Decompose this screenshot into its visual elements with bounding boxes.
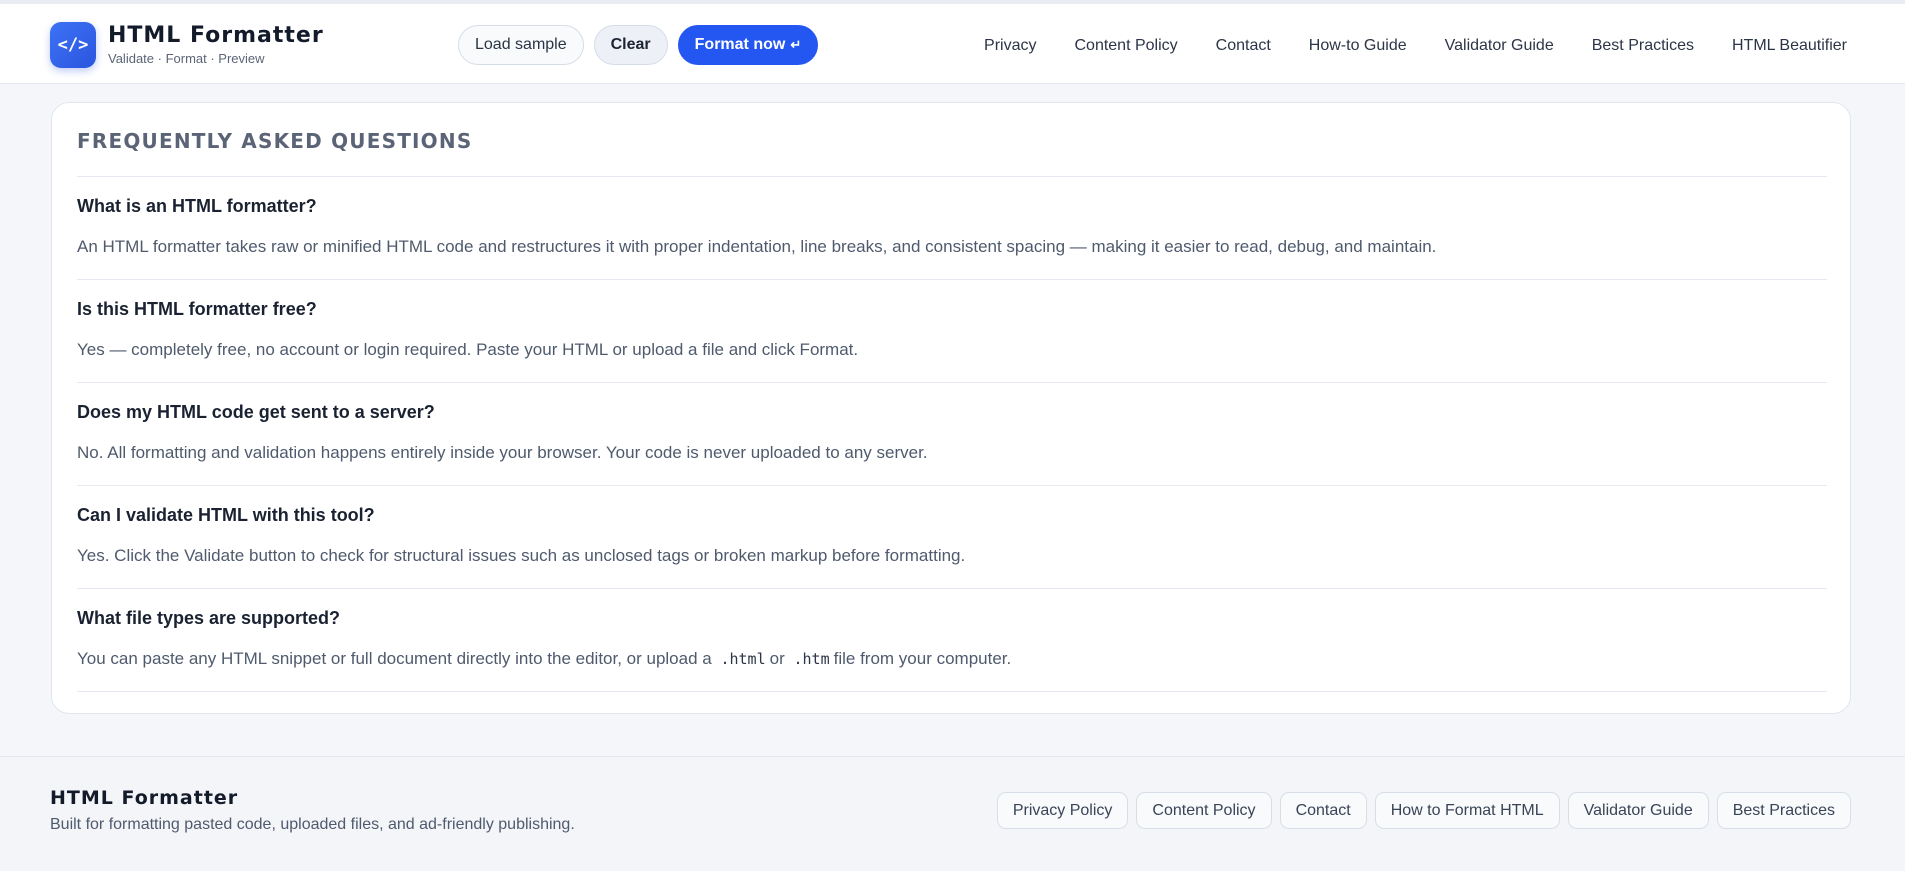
top-nav: Privacy Content Policy Contact How-to Gu… [946, 37, 1847, 55]
faq-heading: FREQUENTLY ASKED QUESTIONS [77, 129, 473, 153]
brand-subtitle: Validate · Format · Preview [108, 51, 265, 66]
answer-text: file from your computer. [833, 649, 1012, 668]
footer-link-content-policy[interactable]: Content Policy [1136, 792, 1272, 829]
toolbar: Load sample Clear Format now ↵ [458, 25, 828, 65]
faq-list: What is an HTML formatter? An HTML forma… [77, 176, 1827, 692]
footer-links: Privacy Policy Content Policy Contact Ho… [989, 792, 1851, 829]
clear-button[interactable]: Clear [593, 25, 668, 65]
enter-icon: ↵ [790, 37, 802, 52]
brand[interactable]: </> HTML Formatter Validate · Format · P… [50, 22, 324, 68]
faq-item: Is this HTML formatter free? Yes — compl… [77, 280, 1827, 383]
code-htm-ext: .htm [793, 650, 830, 668]
faq-item: What is an HTML formatter? An HTML forma… [77, 177, 1827, 280]
faq-question: What is an HTML formatter? [77, 196, 317, 216]
answer-text: or [769, 649, 785, 668]
footer-brand: HTML Formatter [50, 787, 239, 809]
brand-title: HTML Formatter [108, 23, 324, 48]
faq-question: Can I validate HTML with this tool? [77, 505, 375, 525]
format-now-button[interactable]: Format now ↵ [677, 25, 819, 65]
footer-link-contact[interactable]: Contact [1279, 792, 1367, 829]
footer-tagline: Built for formatting pasted code, upload… [50, 816, 575, 833]
footer-link-how-to-format-html[interactable]: How to Format HTML [1374, 792, 1560, 829]
faq-item: Can I validate HTML with this tool? Yes.… [77, 486, 1827, 589]
faq-item: Does my HTML code get sent to a server? … [77, 383, 1827, 486]
nav-privacy[interactable]: Privacy [984, 37, 1036, 55]
footer-link-best-practices[interactable]: Best Practices [1716, 792, 1851, 829]
nav-best-practices[interactable]: Best Practices [1592, 37, 1694, 55]
nav-html-beautifier[interactable]: HTML Beautifier [1732, 37, 1847, 55]
nav-validator-guide[interactable]: Validator Guide [1445, 37, 1554, 55]
faq-item: What file types are supported? You can p… [77, 589, 1827, 692]
faq-answer: No. All formatting and validation happen… [77, 443, 928, 462]
faq-question: Does my HTML code get sent to a server? [77, 402, 435, 422]
faq-answer: Yes. Click the Validate button to check … [77, 546, 966, 565]
nav-how-to-guide[interactable]: How-to Guide [1309, 37, 1407, 55]
answer-text: You can paste any HTML snippet or full d… [77, 649, 712, 668]
format-now-label: Format now [694, 36, 786, 53]
code-icon: </> [50, 22, 96, 68]
footer-link-validator-guide[interactable]: Validator Guide [1567, 792, 1709, 829]
nav-contact[interactable]: Contact [1216, 37, 1271, 55]
faq-answer: Yes — completely free, no account or log… [77, 340, 859, 359]
faq-answer: You can paste any HTML snippet or full d… [77, 649, 1011, 669]
faq-answer: An HTML formatter takes raw or minified … [77, 237, 1437, 256]
nav-content-policy[interactable]: Content Policy [1074, 37, 1177, 55]
footer-link-privacy-policy[interactable]: Privacy Policy [996, 792, 1129, 829]
faq-section: FREQUENTLY ASKED QUESTIONS What is an HT… [51, 102, 1851, 714]
load-sample-button[interactable]: Load sample [458, 25, 584, 65]
faq-question: Is this HTML formatter free? [77, 299, 317, 319]
site-header: </> HTML Formatter Validate · Format · P… [0, 4, 1905, 84]
code-html-ext: .html [720, 650, 766, 668]
faq-question: What file types are supported? [77, 608, 341, 628]
site-footer: HTML Formatter Built for formatting past… [0, 756, 1905, 871]
